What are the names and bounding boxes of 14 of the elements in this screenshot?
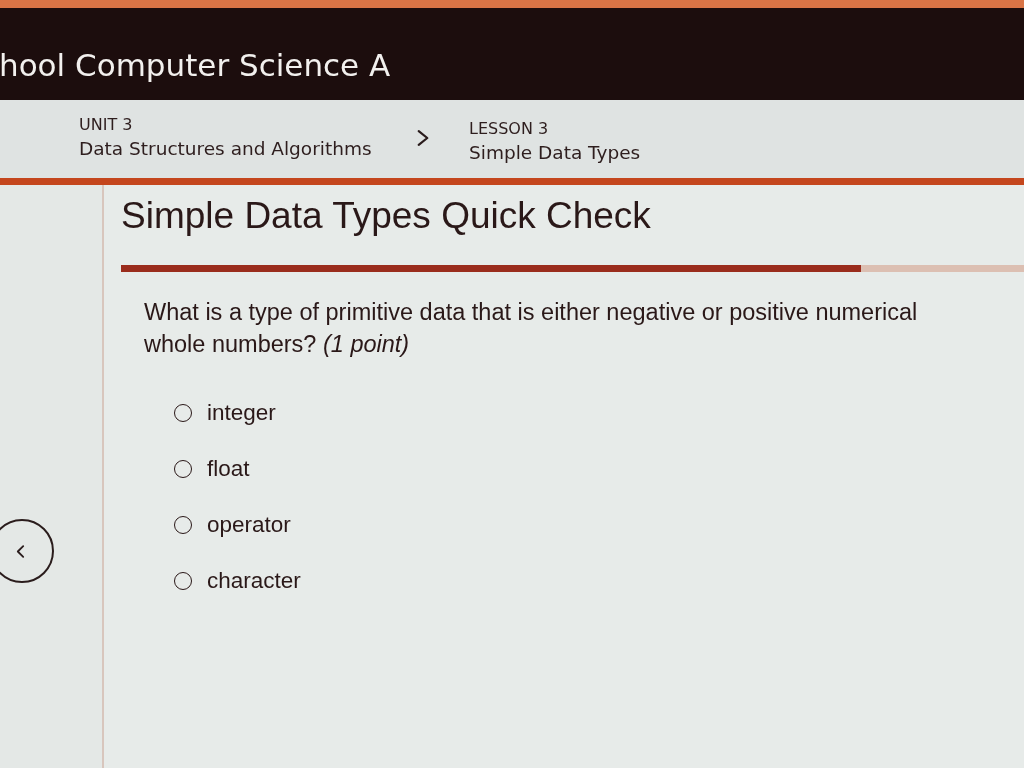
previous-button[interactable] bbox=[0, 519, 54, 583]
option-label[interactable]: integer bbox=[207, 400, 276, 426]
chevron-left-icon bbox=[16, 543, 25, 559]
quiz-title: Simple Data Types Quick Check bbox=[121, 195, 652, 237]
course-title: hool Computer Science A bbox=[0, 47, 391, 83]
option-label[interactable]: character bbox=[207, 568, 301, 594]
option-label[interactable]: float bbox=[207, 456, 250, 482]
chevron-right-icon bbox=[417, 129, 429, 147]
lesson-title: Simple Data Types bbox=[469, 142, 641, 163]
unit-title: Data Structures and Algorithms bbox=[79, 138, 373, 159]
unit-label: UNIT 3 bbox=[79, 115, 134, 134]
question-text: What is a type of primitive data that is either negative or positive numerical whole numbers? (1 point) bbox=[144, 298, 919, 359]
lesson-label: LESSON 3 bbox=[469, 119, 550, 138]
option-label[interactable]: operator bbox=[207, 512, 291, 538]
